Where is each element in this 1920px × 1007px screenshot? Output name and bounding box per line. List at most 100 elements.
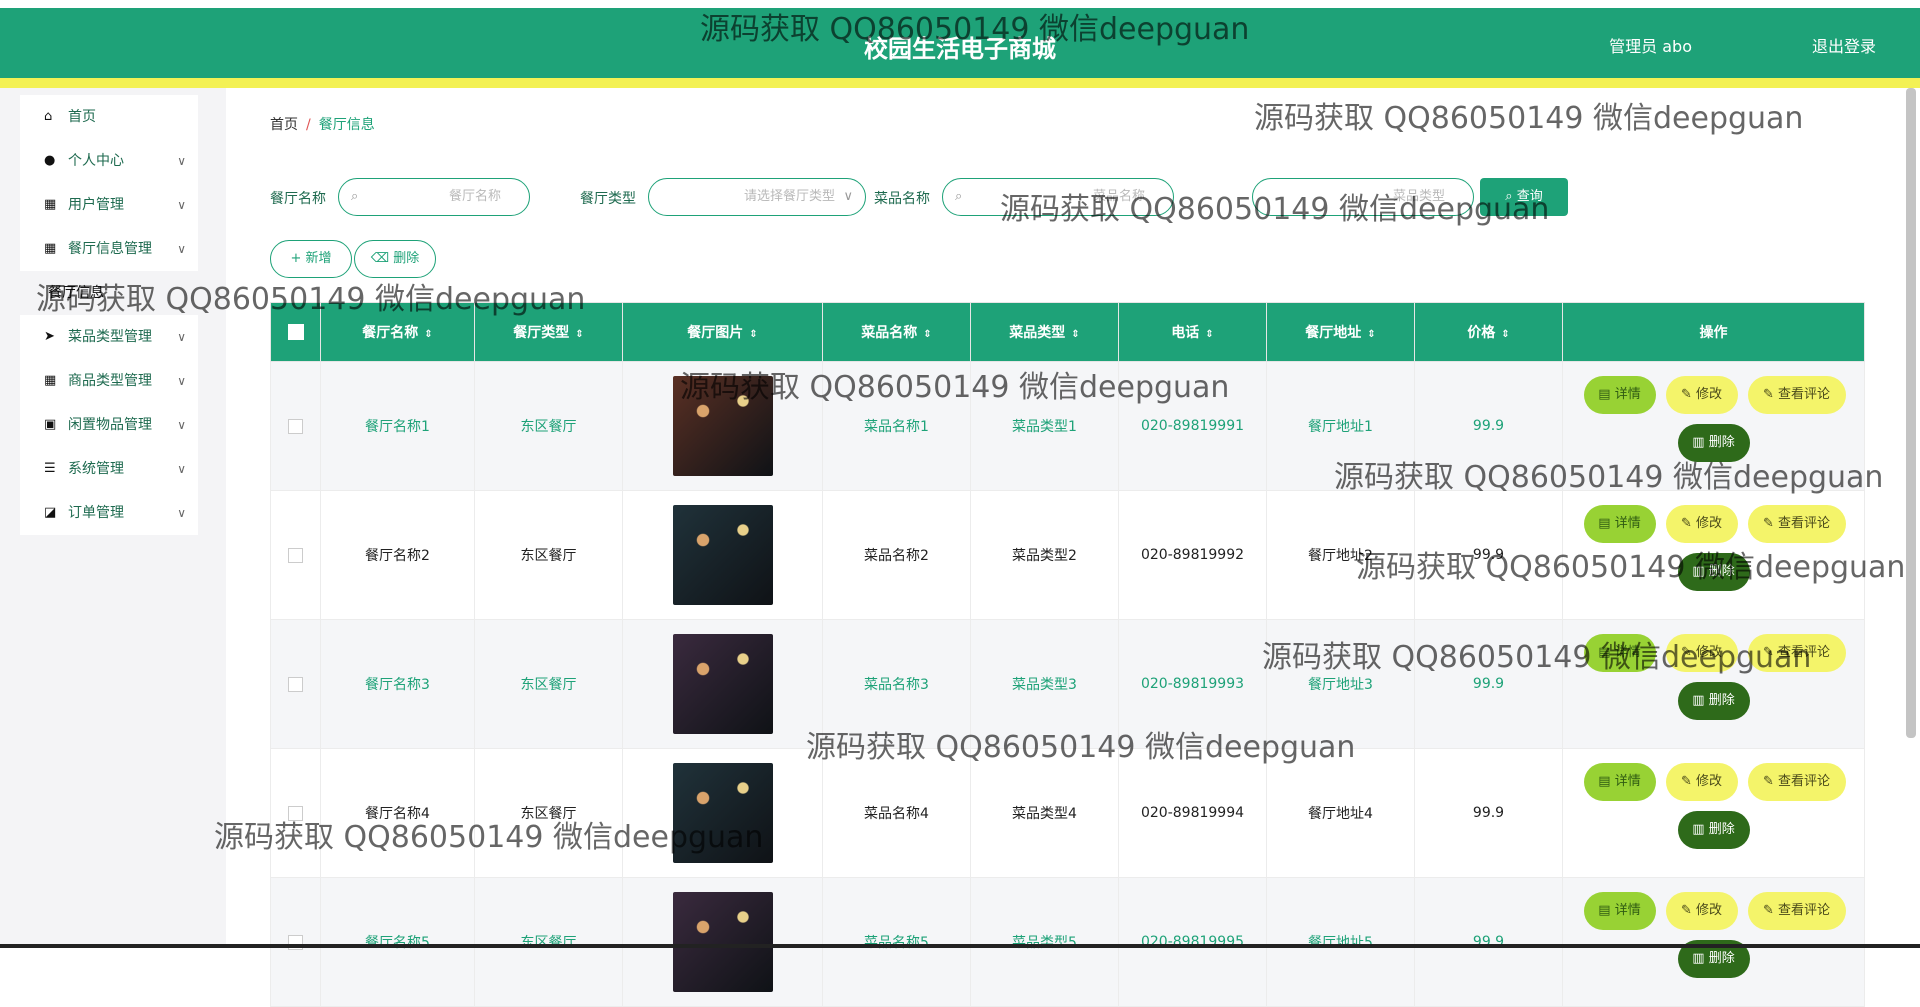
grid-icon: ▦ bbox=[44, 197, 57, 212]
delete-button[interactable]: ▥ 删除 bbox=[1677, 682, 1750, 720]
current-user: 管理员 abo bbox=[1609, 37, 1692, 56]
restaurant-image-cell bbox=[622, 619, 823, 749]
sort-icon: ⇕ bbox=[1367, 329, 1376, 340]
sidebar-item-orders[interactable]: ◪ 订单管理 ∨ bbox=[20, 491, 198, 535]
dish-name-cell: 菜品名称5 bbox=[822, 877, 971, 1007]
view-reviews-button[interactable]: ✎ 查看评论 bbox=[1747, 763, 1846, 801]
sort-icon: ⇕ bbox=[1205, 329, 1214, 340]
sort-icon: ⇕ bbox=[923, 329, 932, 340]
phone-cell: 020-89819995 bbox=[1118, 877, 1267, 1007]
row-checkbox[interactable] bbox=[288, 676, 303, 692]
col-address[interactable]: 餐厅地址 ⇕ bbox=[1266, 302, 1415, 362]
sidebar-item-restaurant-mgmt[interactable]: ▦ 餐厅信息管理 ∨ bbox=[20, 227, 198, 271]
button-label: 查看评论 bbox=[1778, 774, 1831, 789]
col-dish-name[interactable]: 菜品名称 ⇕ bbox=[822, 302, 971, 362]
trash-icon: ▥ bbox=[1692, 435, 1709, 450]
sidebar-item-label: 闲置物品管理 bbox=[68, 417, 152, 433]
restaurant-image[interactable] bbox=[672, 892, 773, 992]
sidebar-item-home[interactable]: ⌂ 首页 bbox=[20, 95, 198, 139]
restaurant-image[interactable] bbox=[672, 634, 773, 734]
watermark: 源码获取 QQ86050149 微信deepguan bbox=[1334, 460, 1884, 495]
edit-icon: ✎ bbox=[1762, 516, 1778, 531]
phone-cell: 020-89819992 bbox=[1118, 490, 1267, 620]
breadcrumb-home[interactable]: 首页 bbox=[270, 117, 298, 133]
detail-button[interactable]: ▤ 详情 bbox=[1583, 376, 1656, 414]
button-label: 删除 bbox=[1708, 822, 1735, 837]
button-label: 修改 bbox=[1696, 387, 1723, 402]
view-reviews-button[interactable]: ✎ 查看评论 bbox=[1747, 376, 1846, 414]
address-cell: 餐厅地址4 bbox=[1266, 748, 1415, 878]
restaurant-image-cell bbox=[622, 490, 823, 620]
column-header: 餐厅类型 bbox=[513, 325, 570, 341]
detail-button[interactable]: ▤ 详情 bbox=[1583, 763, 1656, 801]
table-row: 餐厅名称5 东区餐厅 菜品名称5 菜品类型5 020-89819995 餐厅地址5 99.9… bbox=[270, 877, 1865, 1007]
watermark: 源码获取 QQ86050149 微信deepguan bbox=[806, 730, 1356, 765]
batch-delete-button[interactable]: ⌫ 删除 bbox=[354, 240, 436, 278]
column-header: 餐厅图片 bbox=[687, 325, 744, 341]
view-reviews-button[interactable]: ✎ 查看评论 bbox=[1747, 892, 1846, 930]
clipboard-icon: ▣ bbox=[44, 417, 57, 432]
column-header: 餐厅地址 bbox=[1305, 325, 1362, 341]
edit-button[interactable]: ✎ 修改 bbox=[1665, 763, 1738, 801]
sidebar-item-label: 系统管理 bbox=[68, 461, 124, 477]
edit-button[interactable]: ✎ 修改 bbox=[1665, 376, 1738, 414]
edit-button[interactable]: ✎ 修改 bbox=[1665, 505, 1738, 543]
sidebar-item-system[interactable]: ☰ 系统管理 ∨ bbox=[20, 447, 198, 491]
search-icon: ⌕ bbox=[351, 189, 359, 204]
col-price[interactable]: 价格 ⇕ bbox=[1414, 302, 1563, 362]
dish-type-cell: 菜品类型2 bbox=[970, 490, 1119, 620]
row-checkbox[interactable] bbox=[288, 547, 303, 563]
sort-icon: ⇕ bbox=[575, 329, 584, 340]
sidebar-item-personal[interactable]: ● 个人中心 ∨ bbox=[20, 139, 198, 183]
button-label: 删除 bbox=[1708, 951, 1735, 966]
document-icon: ▤ bbox=[1598, 516, 1615, 531]
dish-type-cell: 菜品类型4 bbox=[970, 748, 1119, 878]
sort-icon: ⇕ bbox=[1071, 329, 1080, 340]
price-cell: 99.9 bbox=[1414, 877, 1563, 1007]
view-reviews-button[interactable]: ✎ 查看评论 bbox=[1747, 505, 1846, 543]
edit-icon: ✎ bbox=[1680, 387, 1696, 402]
button-label: 删除 bbox=[1708, 693, 1735, 708]
sidebar-item-label: 商品类型管理 bbox=[68, 373, 152, 389]
restaurant-name-input[interactable]: ⌕ 餐厅名称 bbox=[338, 178, 530, 216]
sidebar-item-users[interactable]: ▦ 用户管理 ∨ bbox=[20, 183, 198, 227]
restaurant-type-cell: 东区餐厅 bbox=[474, 490, 623, 620]
watermark: 源码获取 QQ86050149 微信deepguan bbox=[1356, 550, 1906, 585]
col-phone[interactable]: 电话 ⇕ bbox=[1118, 302, 1267, 362]
sidebar-item-label: 首页 bbox=[68, 109, 96, 125]
search-icon: ⌕ bbox=[955, 189, 963, 204]
restaurant-image[interactable] bbox=[672, 505, 773, 605]
sidebar-item-goods-types[interactable]: ▦ 商品类型管理 ∨ bbox=[20, 359, 198, 403]
column-header: 电话 bbox=[1171, 325, 1200, 341]
col-dish-type[interactable]: 菜品类型 ⇕ bbox=[970, 302, 1119, 362]
sidebar-item-dish-types[interactable]: ➤ 菜品类型管理 ∨ bbox=[20, 315, 198, 359]
breadcrumb-current: 餐厅信息 bbox=[318, 117, 375, 133]
delete-button[interactable]: ▥ 删除 bbox=[1677, 811, 1750, 849]
detail-button[interactable]: ▤ 详情 bbox=[1583, 505, 1656, 543]
grid-icon: ▦ bbox=[44, 373, 57, 388]
chevron-down-icon: ∨ bbox=[177, 506, 186, 520]
detail-button[interactable]: ▤ 详情 bbox=[1583, 892, 1656, 930]
restaurant-type-cell: 东区餐厅 bbox=[474, 877, 623, 1007]
dish-type-cell: 菜品类型5 bbox=[970, 877, 1119, 1007]
sidebar-item-label: 用户管理 bbox=[68, 197, 124, 213]
edit-button[interactable]: ✎ 修改 bbox=[1665, 892, 1738, 930]
restaurant-name-cell: 餐厅名称3 bbox=[320, 619, 475, 749]
sidebar-item-label: 个人中心 bbox=[68, 153, 124, 169]
add-label: 新增 bbox=[305, 251, 332, 266]
chevron-down-icon: ∨ bbox=[177, 330, 186, 344]
scrollbar[interactable] bbox=[1906, 88, 1916, 738]
col-restaurant-image[interactable]: 餐厅图片 ⇕ bbox=[622, 302, 823, 362]
select-all-checkbox[interactable] bbox=[287, 324, 304, 340]
sidebar-item-idle-goods[interactable]: ▣ 闲置物品管理 ∨ bbox=[20, 403, 198, 447]
trash-icon: ▥ bbox=[1692, 951, 1709, 966]
logout-button[interactable]: 退出登录 bbox=[1812, 33, 1876, 57]
sidebar-item-label: 餐厅信息管理 bbox=[68, 241, 152, 257]
add-button[interactable]: + 新增 bbox=[270, 240, 352, 278]
chevron-down-icon: ∨ bbox=[843, 189, 853, 204]
edit-icon: ✎ bbox=[1762, 774, 1778, 789]
column-header: 菜品类型 bbox=[1009, 325, 1066, 341]
button-label: 详情 bbox=[1614, 516, 1641, 531]
restaurant-type-select[interactable]: 请选择餐厅类型 ∨ bbox=[648, 178, 866, 216]
row-checkbox[interactable] bbox=[288, 418, 303, 434]
